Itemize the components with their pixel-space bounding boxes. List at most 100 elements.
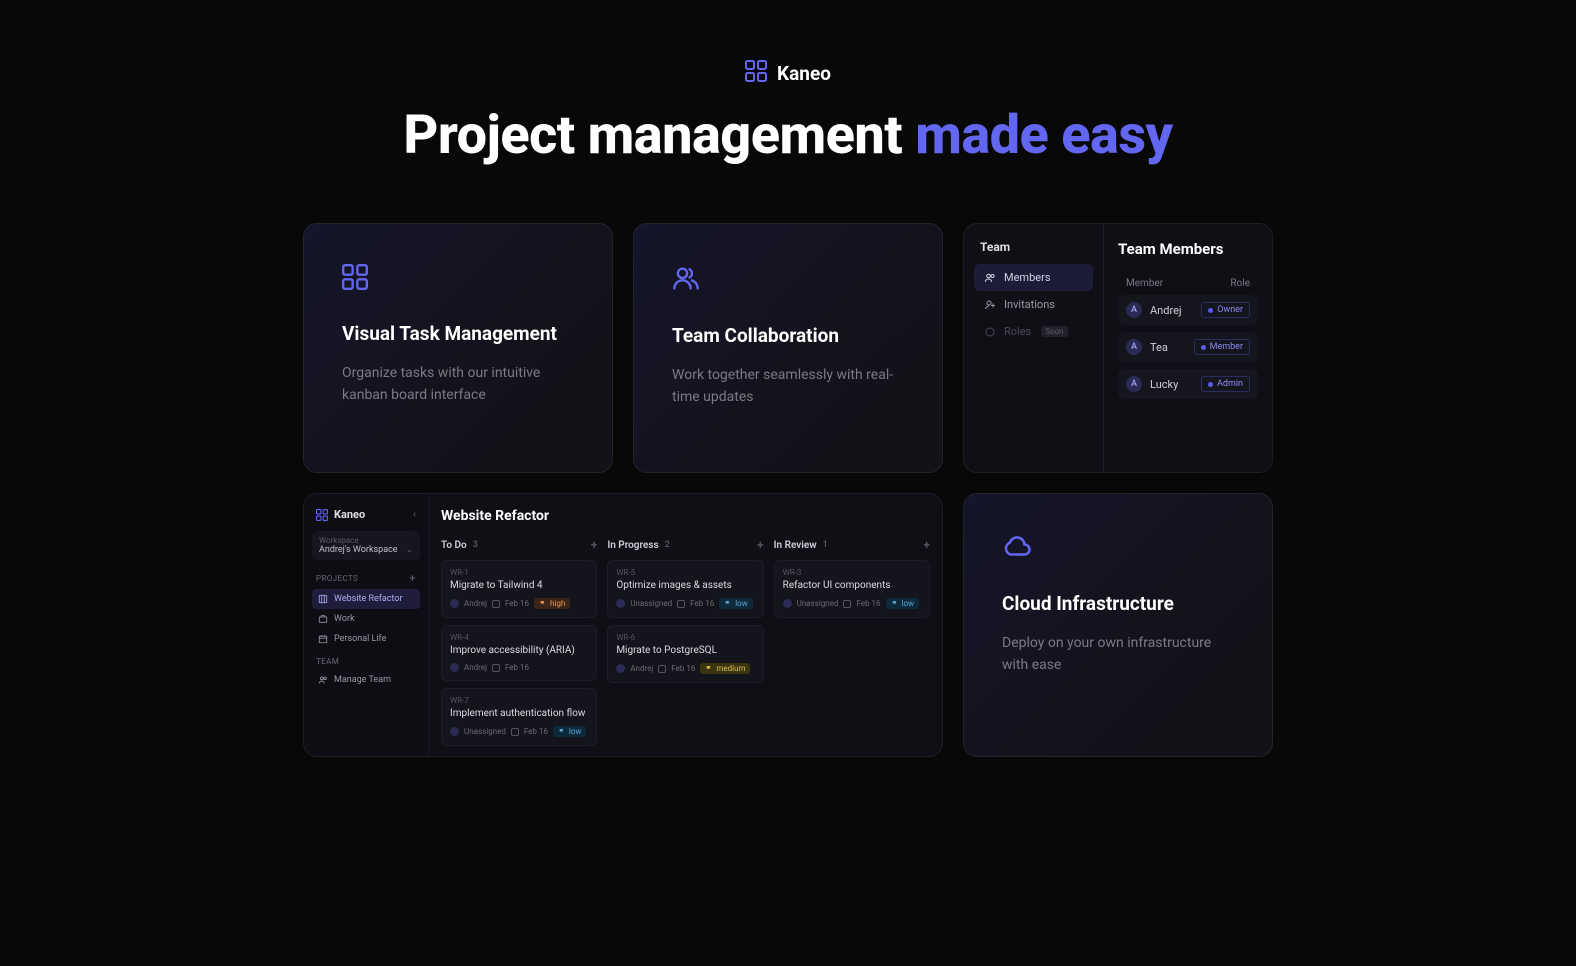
project-name: Personal Life xyxy=(334,634,386,644)
calendar-icon xyxy=(511,728,519,736)
member-name: Andrej xyxy=(1150,304,1182,317)
task-id: WR-7 xyxy=(450,696,588,705)
project-item[interactable]: Personal Life xyxy=(312,629,420,649)
nav-members[interactable]: Members xyxy=(974,264,1093,291)
task-title: Implement authentication flow xyxy=(450,708,588,719)
task-id: WR-1 xyxy=(450,568,588,577)
assignee-avatar xyxy=(616,664,625,673)
brand-name: Kaneo xyxy=(777,62,831,85)
card-team-collab: Team Collaboration Work together seamles… xyxy=(633,223,943,473)
task-id: WR-3 xyxy=(783,568,921,577)
due-date: Feb 16 xyxy=(690,599,714,608)
team-sidebar: Team Members Invitations Roles Soon xyxy=(964,224,1104,472)
assignee-avatar xyxy=(450,663,459,672)
kanban-panel: Kaneo ‹ Workspace Andrej's Workspace ⌄ P… xyxy=(303,493,943,757)
priority-badge: low xyxy=(886,598,920,609)
add-project-button[interactable]: + xyxy=(409,572,416,585)
card-desc: Work together seamlessly with real-time … xyxy=(672,365,904,408)
workspace-switcher[interactable]: Workspace Andrej's Workspace ⌄ xyxy=(312,531,420,560)
priority-badge: low xyxy=(553,726,587,737)
task-card[interactable]: WR-6 Migrate to PostgreSQL Andrej Feb 16… xyxy=(607,625,763,683)
headline-main: Project management xyxy=(403,104,915,167)
add-task-button[interactable]: + xyxy=(923,538,930,552)
task-title: Optimize images & assets xyxy=(616,580,754,591)
due-date: Feb 16 xyxy=(505,663,529,672)
task-card[interactable]: WR-5 Optimize images & assets Unassigned… xyxy=(607,560,763,618)
assignee-avatar xyxy=(450,599,459,608)
task-card[interactable]: WR-1 Migrate to Tailwind 4 Andrej Feb 16… xyxy=(441,560,597,618)
due-date: Feb 16 xyxy=(505,599,529,608)
projects-label: PROJECTS xyxy=(316,574,358,583)
collapse-icon[interactable]: ‹ xyxy=(413,509,416,520)
task-card[interactable]: WR-4 Improve accessibility (ARIA) Andrej… xyxy=(441,625,597,681)
assignee-avatar xyxy=(450,727,459,736)
task-title: Refactor UI components xyxy=(783,580,921,591)
nav-label: Members xyxy=(1004,271,1051,284)
kanban-brand: Kaneo ‹ xyxy=(312,504,420,531)
role-badge: Admin xyxy=(1201,376,1250,392)
task-id: WR-6 xyxy=(616,633,754,642)
add-task-button[interactable]: + xyxy=(757,538,764,552)
project-name: Website Refactor xyxy=(334,594,403,604)
card-title: Cloud Infrastructure xyxy=(1002,592,1234,615)
avatar: A xyxy=(1126,376,1142,392)
avatar: A xyxy=(1126,339,1142,355)
project-item[interactable]: Website Refactor xyxy=(312,589,420,609)
team-label: TEAM xyxy=(316,657,339,666)
card-desc: Deploy on your own infrastructure with e… xyxy=(1002,633,1234,676)
th-member: Member xyxy=(1126,278,1163,289)
project-name: Work xyxy=(334,614,355,624)
column-name: In Progress xyxy=(607,540,658,551)
kanban-column: In Progress 2 + WR-5 Optimize images & a… xyxy=(607,538,763,753)
kanban-sidebar: Kaneo ‹ Workspace Andrej's Workspace ⌄ P… xyxy=(304,494,429,756)
task-title: Migrate to PostgreSQL xyxy=(616,645,754,656)
workspace-label: Workspace xyxy=(319,536,413,545)
task-id: WR-4 xyxy=(450,633,588,642)
task-title: Migrate to Tailwind 4 xyxy=(450,580,588,591)
kanban-title: Website Refactor xyxy=(441,508,930,524)
nav-invitations[interactable]: Invitations xyxy=(974,291,1093,318)
task-id: WR-5 xyxy=(616,568,754,577)
task-card[interactable]: WR-3 Refactor UI components Unassigned F… xyxy=(774,560,930,618)
manage-team-link[interactable]: Manage Team xyxy=(312,670,420,690)
chevron-down-icon: ⌄ xyxy=(405,545,413,555)
calendar-icon xyxy=(658,665,666,673)
cloud-icon xyxy=(1002,534,1234,564)
kanban-column: To Do 3 + WR-1 Migrate to Tailwind 4 And… xyxy=(441,538,597,753)
due-date: Feb 16 xyxy=(671,664,695,673)
assignee-name: Andrej xyxy=(464,663,487,672)
member-row[interactable]: A Tea Member xyxy=(1118,332,1258,362)
member-row[interactable]: A Lucky Admin xyxy=(1118,369,1258,399)
nav-roles: Roles Soon xyxy=(974,318,1093,345)
card-visual-task: Visual Task Management Organize tasks wi… xyxy=(303,223,613,473)
priority-badge: high xyxy=(534,598,570,609)
briefcase-icon xyxy=(318,614,328,624)
card-cloud: Cloud Infrastructure Deploy on your own … xyxy=(963,493,1273,757)
users-icon xyxy=(672,264,904,296)
member-name: Tea xyxy=(1150,341,1168,354)
card-title: Team Collaboration xyxy=(672,324,904,347)
nav-label: Roles xyxy=(1004,325,1031,338)
column-name: To Do xyxy=(441,540,467,551)
priority-badge: medium xyxy=(700,663,750,674)
assignee-name: Andrej xyxy=(630,664,653,673)
workspace-name: Andrej's Workspace xyxy=(319,545,398,555)
th-role: Role xyxy=(1230,278,1250,289)
card-title: Visual Task Management xyxy=(342,322,574,345)
calendar-icon xyxy=(492,600,500,608)
column-count: 1 xyxy=(823,540,828,550)
add-task-button[interactable]: + xyxy=(591,538,598,552)
headline: Project management made easy xyxy=(0,104,1576,167)
task-title: Improve accessibility (ARIA) xyxy=(450,645,588,656)
team-main: Team Members Member Role A Andrej OwnerA… xyxy=(1104,224,1272,472)
project-item[interactable]: Work xyxy=(312,609,420,629)
calendar-icon xyxy=(318,634,328,644)
role-badge: Member xyxy=(1194,339,1250,355)
card-desc: Organize tasks with our intuitive kanban… xyxy=(342,363,574,406)
column-count: 2 xyxy=(665,540,670,550)
task-card[interactable]: WR-7 Implement authentication flow Unass… xyxy=(441,688,597,746)
member-row[interactable]: A Andrej Owner xyxy=(1118,295,1258,325)
assignee-name: Unassigned xyxy=(630,599,672,608)
users-icon xyxy=(318,675,328,685)
soon-badge: Soon xyxy=(1041,326,1067,337)
